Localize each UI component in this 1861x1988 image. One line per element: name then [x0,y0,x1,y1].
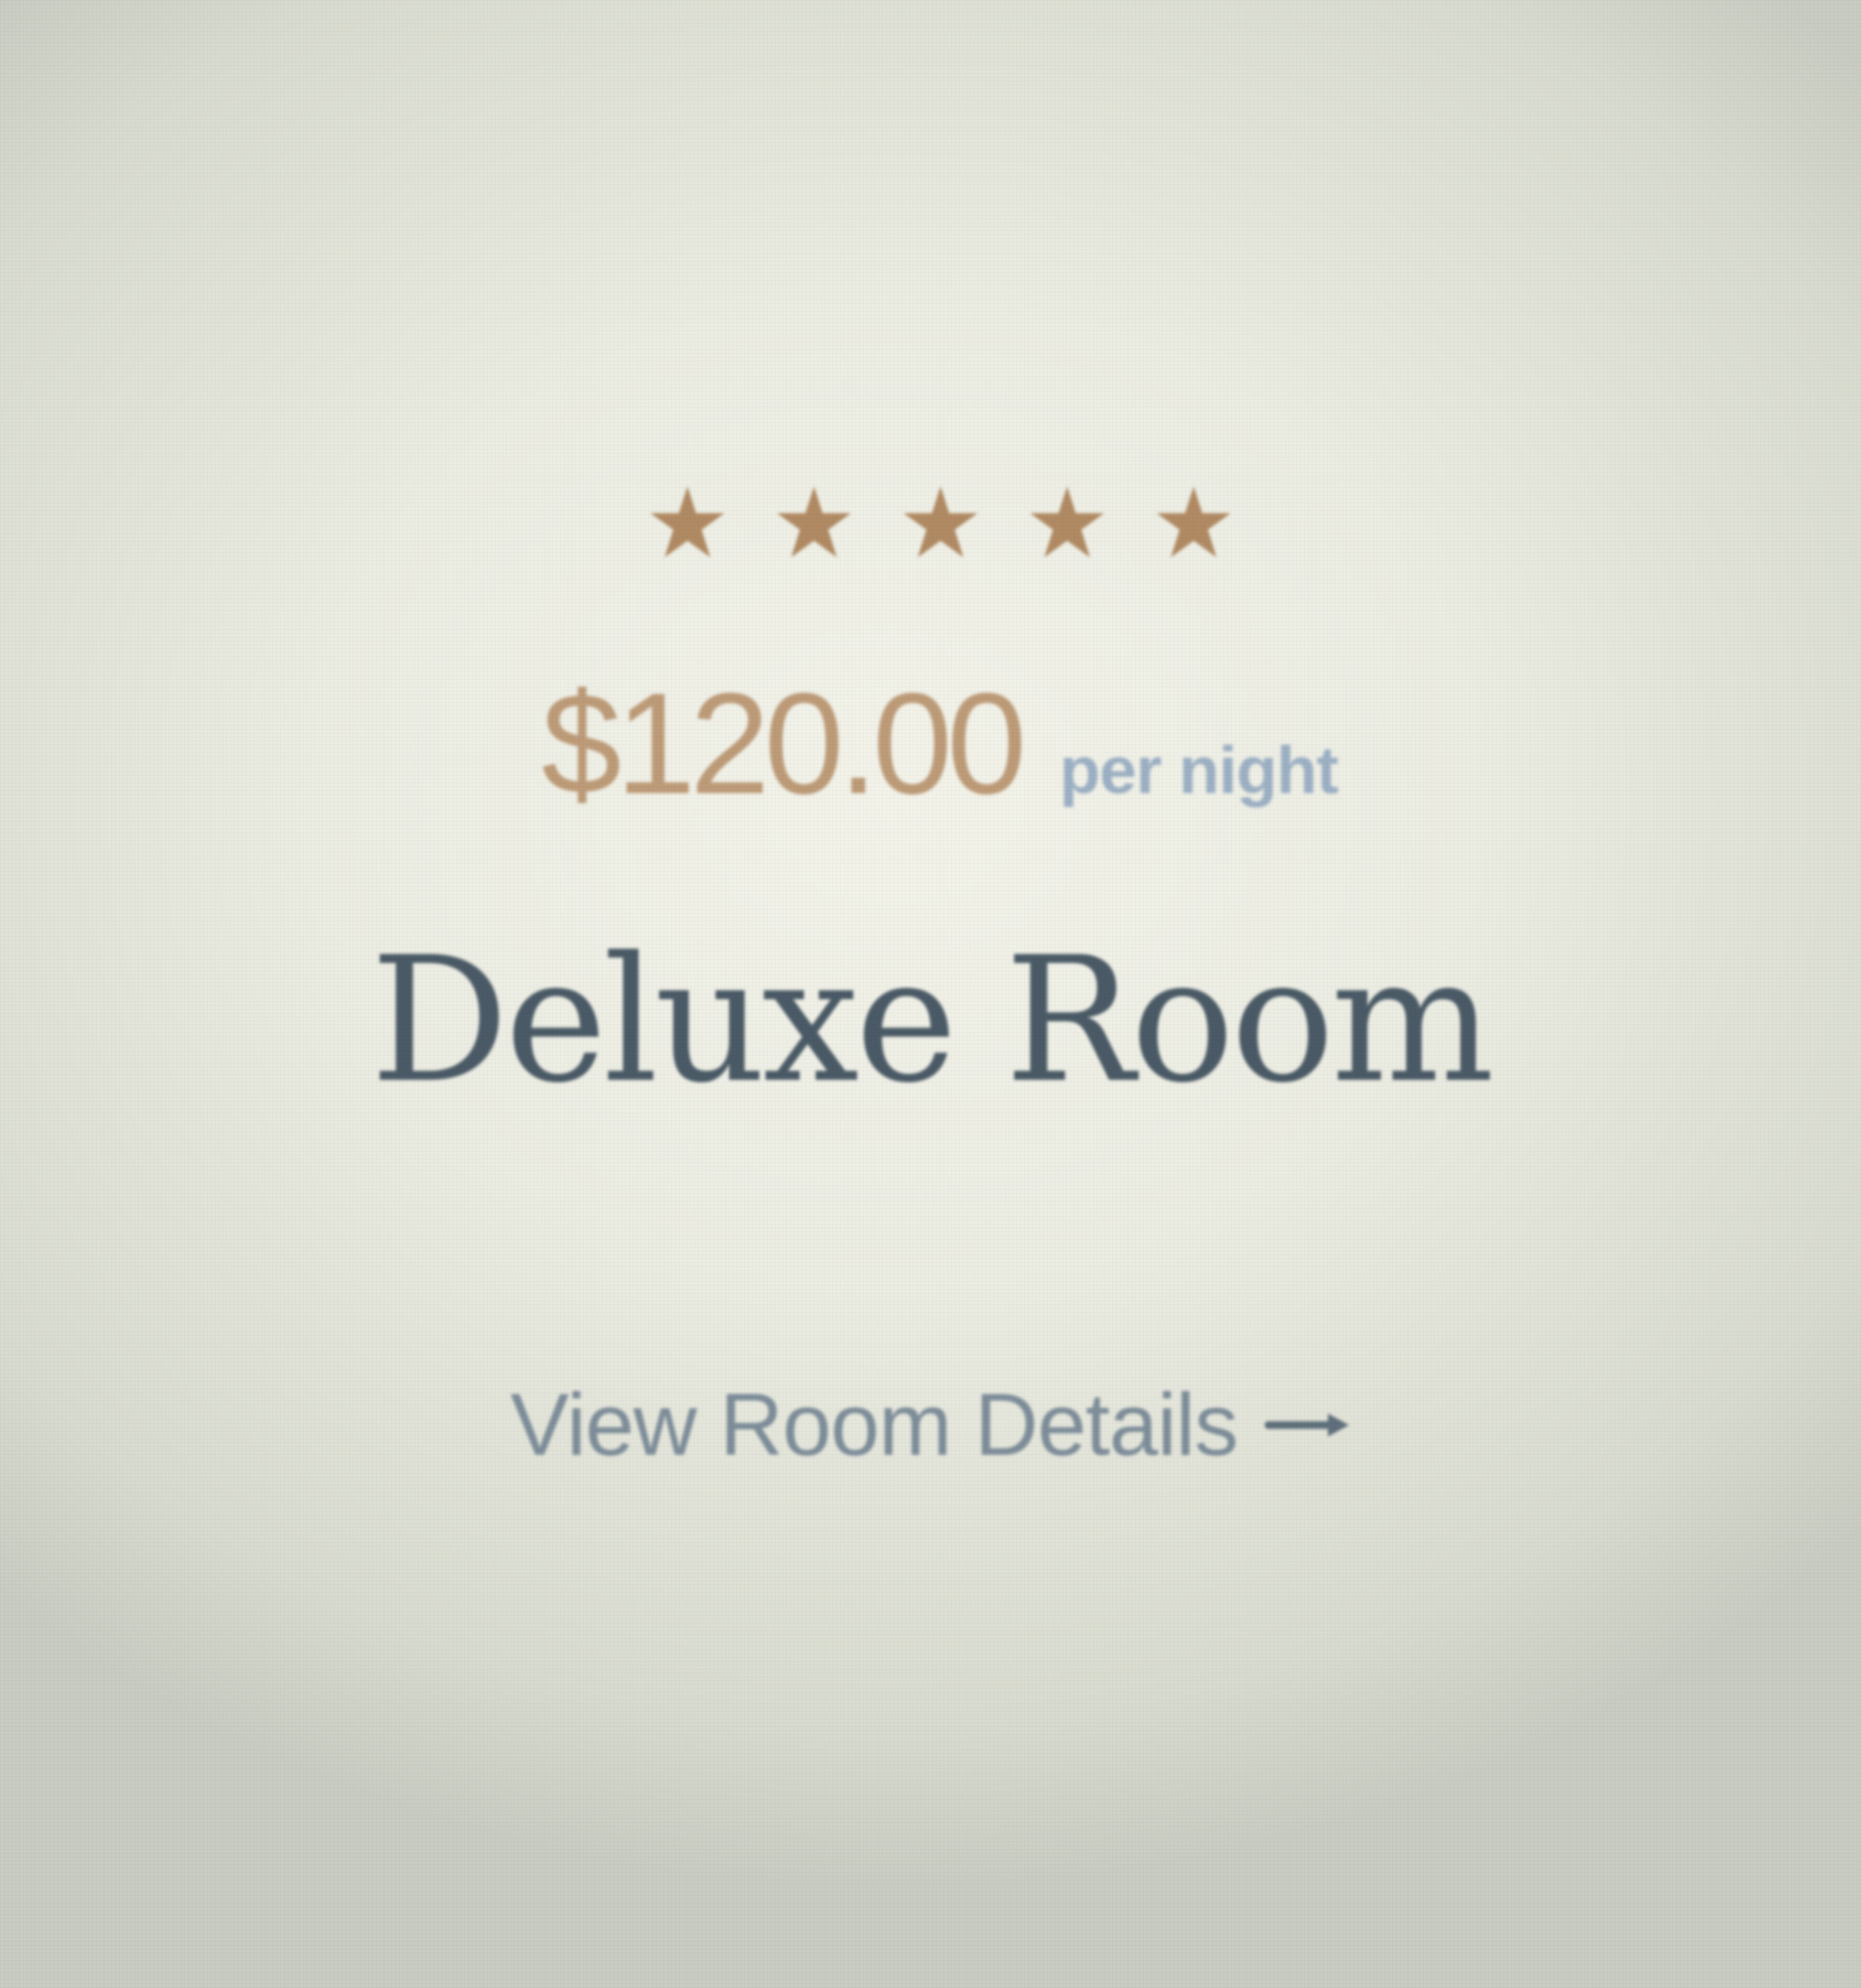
view-room-details-link[interactable]: View Room Details [0,1381,1861,1469]
room-card: $120.00 per night Deluxe Room View Room … [0,0,1861,1988]
star-icon [650,486,725,558]
room-price: $120.00 [541,663,1027,824]
arrow-right-icon [1264,1414,1349,1437]
star-icon [1156,486,1231,558]
star-icon [777,486,851,558]
star-icon [1030,486,1105,558]
star-icon [903,486,978,558]
room-title: Deluxe Room [370,921,1495,1121]
price-row: $120.00 per night [460,671,1419,825]
screen: $120.00 per night Deluxe Room View Room … [0,0,1861,1988]
star-rating [648,479,1233,566]
price-unit: per night [1058,733,1338,807]
view-room-details-label: View Room Details [510,1376,1238,1474]
